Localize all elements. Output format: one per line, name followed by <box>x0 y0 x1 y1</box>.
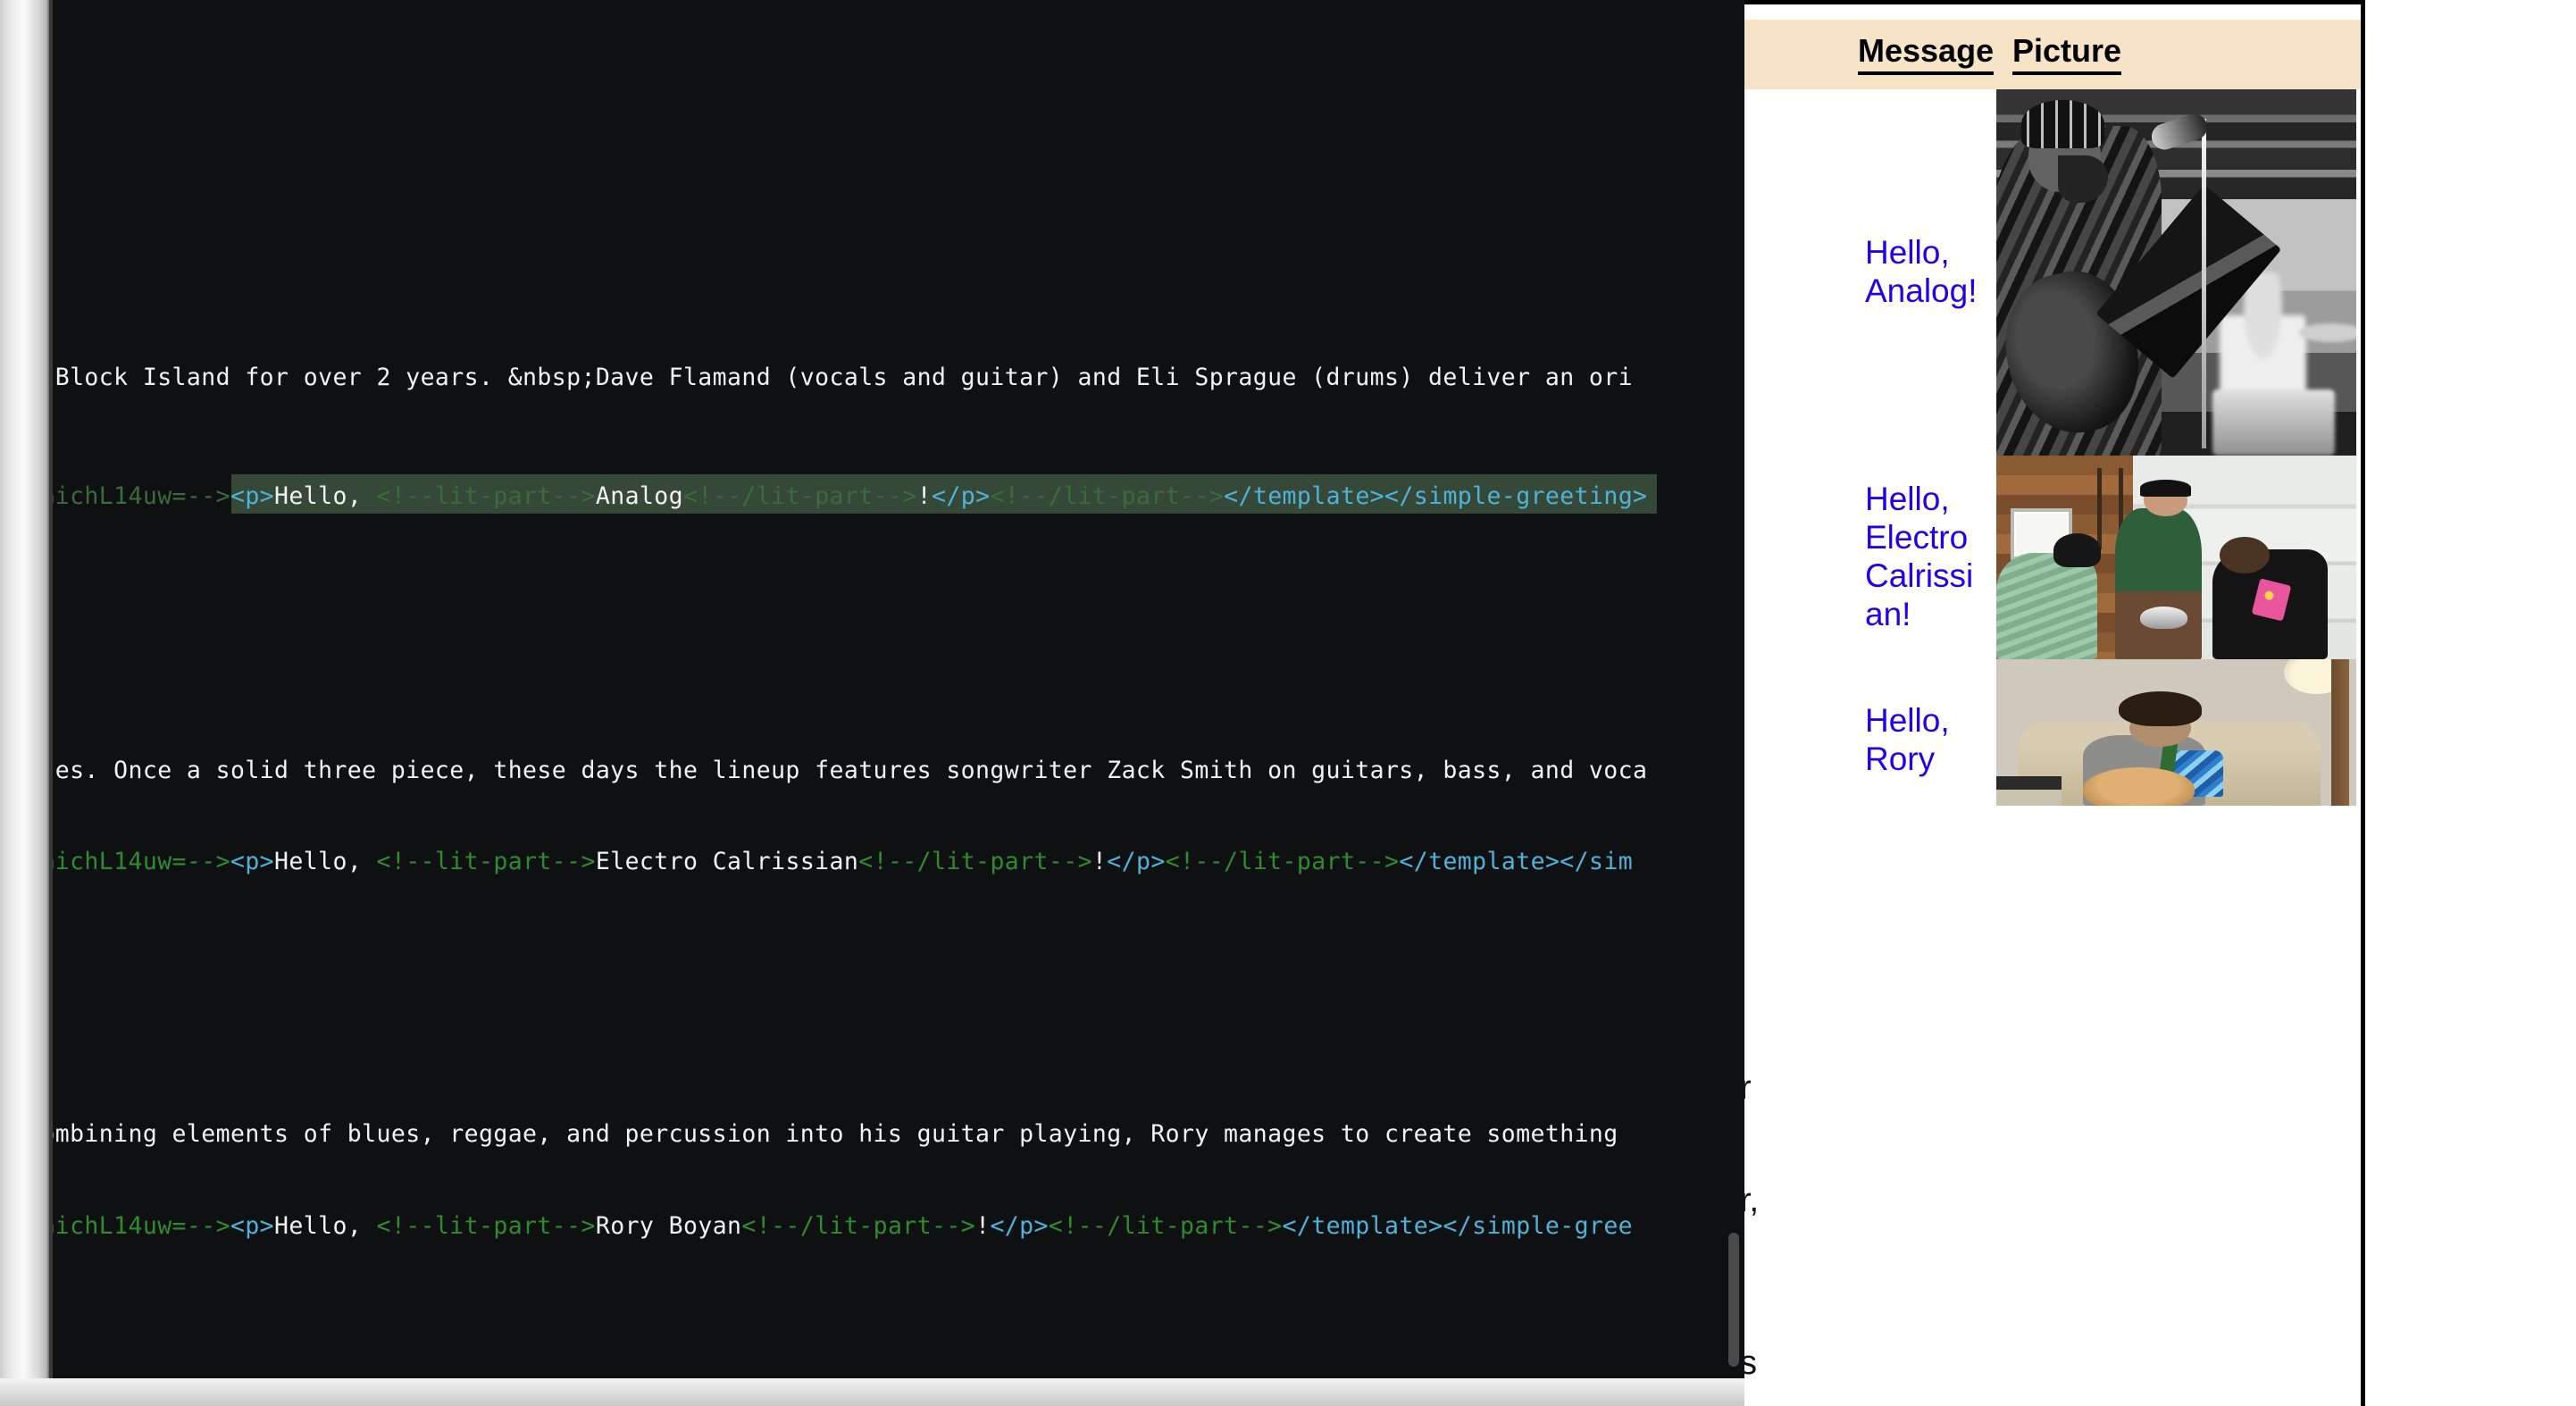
photo-person-center <box>2114 508 2202 659</box>
code-token-comment: <!--/lit-part--> <box>858 848 1092 875</box>
table-header-message[interactable]: Message <box>1849 20 1996 89</box>
greeting-message: Hello, Electro Calrissian! <box>1865 481 1974 632</box>
code-line-prose[interactable]: n Block Island for over 2 years. &nbsp;D… <box>53 364 1633 391</box>
code-token-text: Hello, <box>274 848 377 875</box>
greeting-table: Message Picture Hello, Analog! Hello, El… <box>1740 20 2361 806</box>
code-token-comment: <!--/lit-part--> <box>1165 848 1400 875</box>
table-header-picture-label: Picture <box>2012 32 2122 75</box>
code-token-tag: </template></sim <box>1399 848 1634 875</box>
code-viewport[interactable]: n Block Island for over 2 years. &nbsp;D… <box>53 0 1744 1378</box>
photo-door-frame <box>2330 659 2349 806</box>
photo-person-left <box>1996 553 2097 659</box>
code-token-tag: </p> <box>1107 848 1166 875</box>
code-token-text: ! <box>975 1212 991 1240</box>
table-row: Hello, Electro Calrissian! <box>1740 456 2361 659</box>
code-token-comment: <!--/lit-part--> <box>741 1212 976 1240</box>
code-token-text: Hello, <box>274 482 377 510</box>
code-token-comment: <!--lit-part--> <box>376 1212 596 1240</box>
greeting-message: Hello, Analog! <box>1865 234 1978 309</box>
code-token-text: n Block Island for over 2 years. &nbsp;D… <box>53 364 1633 391</box>
picture-cell <box>1996 89 2361 456</box>
table-header-message-label: Message <box>1858 32 1995 75</box>
code-token-text: ! <box>1091 848 1108 875</box>
photo-person-center-cap <box>2140 480 2191 497</box>
code-token-text: unes. Once a solid three piece, these da… <box>53 757 1648 784</box>
rendered-page-panel: s, 2 ld d a r r, s Message Picture <box>1740 0 2365 1406</box>
code-token-tag: <p> <box>230 1212 275 1240</box>
code-token-tag: </p> <box>990 1212 1049 1240</box>
photo-metal-bowl <box>2140 606 2187 629</box>
message-cell: Hello, Analog! <box>1849 89 1996 456</box>
code-token-comment: vGichL14uw=--> <box>53 848 230 875</box>
row-spacer-cell <box>1740 456 1849 659</box>
code-token-comment: <!--/lit-part--> <box>1048 1212 1283 1240</box>
table-header-picture[interactable]: Picture <box>1996 20 2361 89</box>
code-token-tag: </template></simple-greeting> <box>1224 482 1648 510</box>
code-token-comment: <!--/lit-part--> <box>990 482 1225 510</box>
code-token-text: ! <box>916 482 933 510</box>
code-token-tag: </template></simple-gree <box>1282 1212 1634 1240</box>
greeting-message: Hello, Rory <box>1865 702 1950 777</box>
table-header-row: Message Picture <box>1740 20 2361 89</box>
message-cell: Hello, Electro Calrissian! <box>1849 456 1996 659</box>
photo-side-table <box>1996 776 2062 806</box>
code-token-comment: <!--lit-part--> <box>376 482 596 510</box>
photo-mic-stand <box>2201 118 2206 448</box>
table-row: Hello, Rory <box>1740 659 2361 806</box>
window-left-chrome <box>0 0 49 1378</box>
photo-acoustic-guitar <box>2082 767 2195 806</box>
greeting-photo-rory <box>1996 659 2356 806</box>
code-token-tag: </p> <box>932 482 991 510</box>
row-spacer-cell <box>1740 89 1849 456</box>
picture-cell <box>1996 456 2361 659</box>
photo-person-left-head <box>2053 532 2101 568</box>
code-line-markup[interactable]: vGichL14uw=--><p>Hello, <!--lit-part-->A… <box>53 482 1648 510</box>
greeting-photo-electro-calrissian <box>1996 456 2356 659</box>
photo-drumkit <box>2212 389 2335 456</box>
code-token-comment: vGichL14uw=--> <box>53 482 230 510</box>
greeting-photo-analog <box>1996 89 2356 456</box>
code-token-comment: <!--lit-part--> <box>376 848 596 875</box>
photo-guitarist-beanie <box>2021 100 2104 148</box>
code-token-text: Hello, <box>274 1212 377 1240</box>
vertical-scrollbar-thumb[interactable] <box>1728 1233 1739 1367</box>
code-line-prose[interactable]: unes. Once a solid three piece, these da… <box>53 757 1648 784</box>
code-editor-window[interactable]: n Block Island for over 2 years. &nbsp;D… <box>0 0 1744 1378</box>
row-spacer-cell <box>1740 659 1849 806</box>
photo-musician-hair <box>2119 691 2202 727</box>
code-line-markup[interactable]: vGichL14uw=--><p>Hello, <!--lit-part-->E… <box>53 848 1634 875</box>
code-token-comment: vGichL14uw=--> <box>53 1212 230 1240</box>
code-line-markup[interactable]: vGichL14uw=--><p>Hello, <!--lit-part-->R… <box>53 1212 1634 1240</box>
table-row: Hello, Analog! <box>1740 89 2361 456</box>
code-token-text: Analog <box>595 482 683 510</box>
message-cell: Hello, Rory <box>1849 659 1996 806</box>
screen-root: s, 2 ld d a r r, s Message Picture <box>0 0 2576 1406</box>
code-token-tag: <p> <box>230 482 275 510</box>
photo-cymbal <box>2298 323 2356 342</box>
code-line-prose[interactable]: Combining elements of blues, reggae, and… <box>53 1120 1633 1148</box>
code-token-text: Combining elements of blues, reggae, and… <box>53 1120 1633 1148</box>
window-bottom-chrome <box>0 1378 1744 1406</box>
code-token-tag: <p> <box>230 848 275 875</box>
code-token-text: Electro Calrissian <box>595 848 859 875</box>
table-header-blank <box>1740 20 1849 89</box>
picture-cell <box>1996 659 2361 806</box>
code-token-comment: <!--/lit-part--> <box>683 482 917 510</box>
code-token-text: Rory Boyan <box>595 1212 742 1240</box>
